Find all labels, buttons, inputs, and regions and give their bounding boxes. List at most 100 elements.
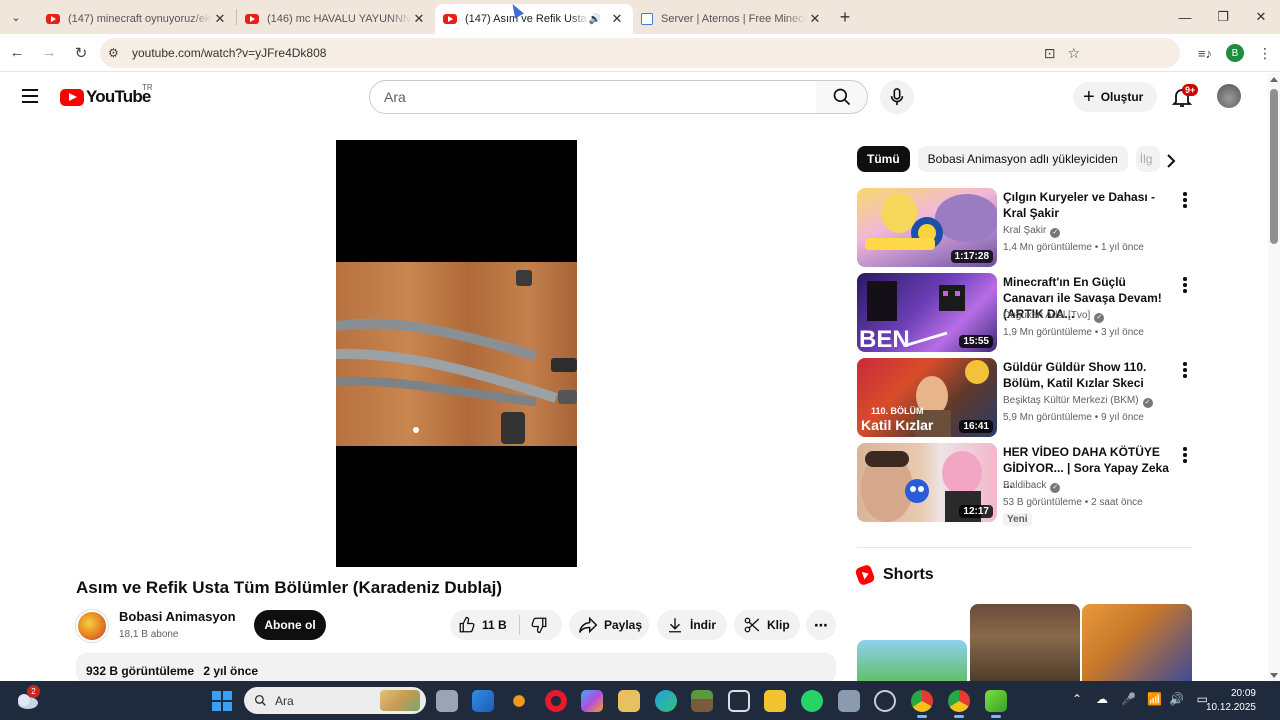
tab-close-icon[interactable]: ✕	[807, 11, 823, 27]
rec-views: 5,9 Mn görüntüleme	[1003, 412, 1092, 423]
thumbs-down-icon[interactable]	[530, 616, 548, 634]
filter-chips: Tümü Bobasi Animasyon adlı yükleyiciden …	[857, 146, 1160, 174]
thumbs-up-icon[interactable]	[458, 616, 476, 634]
opera-icon[interactable]	[545, 690, 567, 712]
copilot-icon[interactable]	[581, 690, 603, 712]
wifi-icon[interactable]: 📶	[1147, 692, 1162, 706]
description-box[interactable]: 932 B görüntüleme 2 yıl önce	[76, 653, 836, 683]
rec-title[interactable]: Güldür Güldür Show 110. Bölüm, Katil Kız…	[1003, 359, 1173, 391]
chevron-right-icon[interactable]	[1160, 150, 1182, 172]
download-button[interactable]: İndir	[657, 610, 727, 640]
tab-close-icon[interactable]: ✕	[212, 11, 228, 27]
volume-icon[interactable]: 🔊	[1169, 692, 1184, 706]
rec-channel[interactable]: Beşiktaş Kültür Merkezi (BKM) ✓	[1003, 395, 1153, 408]
maximize-icon[interactable]: ❐	[1204, 0, 1242, 34]
address-bar[interactable]: ⚙ youtube.com/watch?v=yJFre4Dk808 ⊡ ☆	[100, 38, 1180, 68]
video-thumbnail[interactable]: 110. BÖLÜM Katil Kızlar 16:41	[857, 358, 997, 437]
system-clock[interactable]: 20:09 10.12.2025	[1206, 687, 1256, 715]
share-button[interactable]: Paylaş	[569, 610, 649, 640]
create-button[interactable]: + Oluştur	[1073, 82, 1158, 112]
video-thumbnail[interactable]: BEN 15:55	[857, 273, 997, 352]
blender-icon[interactable]	[508, 690, 530, 712]
more-actions-icon[interactable]: ⋯	[806, 610, 836, 640]
voice-search-button[interactable]	[880, 80, 914, 114]
microsoft-store-icon[interactable]	[618, 690, 640, 712]
browser-tab-2[interactable]: (146) mc HAVALU YAYUNNN - Y ✕	[237, 4, 435, 34]
microphone-tray-icon[interactable]: 🎤	[1121, 692, 1136, 706]
recommendation-item[interactable]: 1:17:28 Çılgın Kuryeler ve Dahası - Kral…	[857, 188, 1197, 268]
kebab-menu-icon[interactable]	[1183, 362, 1187, 380]
speedometer-icon[interactable]	[874, 690, 896, 712]
chip-all[interactable]: Tümü	[857, 146, 910, 172]
media-controls-icon[interactable]: ≡♪	[1198, 46, 1212, 61]
recommendation-item[interactable]: BEN 15:55 Minecraft'ın En Güçlü Canavarı…	[857, 273, 1197, 353]
edge-icon[interactable]	[655, 690, 677, 712]
whatsapp-icon[interactable]	[801, 690, 823, 712]
tab-search-chevron-icon[interactable]: ⌄	[0, 0, 32, 34]
video-player[interactable]	[336, 140, 577, 567]
window-close-icon[interactable]: ✕	[1242, 0, 1280, 34]
tab-close-icon[interactable]: ✕	[609, 11, 625, 27]
search-input[interactable]: Ara	[369, 80, 817, 114]
install-app-icon[interactable]: ⊡	[1044, 45, 1056, 62]
rec-channel[interactable]: Baldiback ✓	[1003, 480, 1061, 493]
back-arrow-icon[interactable]: ←	[2, 38, 32, 68]
youtube-logo[interactable]: YouTube TR	[60, 83, 153, 107]
video-thumbnail[interactable]: 12:17	[857, 443, 997, 522]
download-label: İndir	[690, 618, 716, 632]
kebab-menu-icon[interactable]	[1183, 447, 1187, 465]
profile-avatar[interactable]: B	[1226, 44, 1244, 62]
rec-title[interactable]: Çılgın Kuryeler ve Dahası - Kral Şakir	[1003, 189, 1173, 221]
hamburger-menu-icon[interactable]	[22, 89, 38, 107]
new-tab-plus-icon[interactable]: +	[831, 7, 859, 28]
browser-tab-3-active[interactable]: (147) Asım ve Refik Usta Tü 🔊 ✕	[435, 4, 633, 34]
kebab-menu-icon[interactable]	[1183, 192, 1187, 210]
scroll-down-arrow-icon[interactable]	[1270, 673, 1278, 678]
search-button[interactable]	[816, 80, 868, 114]
browser-menu-icon[interactable]: ⋮	[1258, 45, 1272, 62]
rec-channel[interactable]: Kral Şakir ✓	[1003, 225, 1061, 238]
forward-arrow-icon[interactable]: →	[34, 38, 64, 68]
photos-app-icon[interactable]	[472, 690, 494, 712]
like-count[interactable]: 11 B	[482, 618, 507, 632]
file-explorer-icon[interactable]	[764, 690, 786, 712]
chrome-profile-icon[interactable]	[948, 690, 970, 718]
short-thumbnail[interactable]	[1082, 604, 1192, 684]
subscribe-button[interactable]: Abone ol	[254, 610, 326, 640]
chrome-icon[interactable]	[911, 690, 933, 718]
reload-icon[interactable]: ↻	[66, 38, 96, 68]
windows-start-icon[interactable]	[212, 691, 232, 711]
view-count: 932 B görüntüleme	[86, 664, 195, 678]
tray-overflow-chevron-icon[interactable]: ⌃	[1072, 692, 1082, 706]
network-alert-icon[interactable]: ☁	[1096, 692, 1108, 706]
tab-close-icon[interactable]: ✕	[411, 11, 427, 27]
minecraft-launcher-icon[interactable]	[985, 690, 1007, 718]
minecraft-icon[interactable]	[691, 690, 713, 712]
video-thumbnail[interactable]: 1:17:28	[857, 188, 997, 267]
account-avatar[interactable]	[1217, 84, 1241, 108]
minimize-icon[interactable]: —	[1166, 0, 1204, 34]
short-thumbnail[interactable]	[857, 640, 967, 684]
browser-tab-4[interactable]: Server | Aternos | Free Minecraf ✕	[633, 4, 831, 34]
recommendation-item[interactable]: 12:17 HER VİDEO DAHA KÖTÜYE GİDİYOR... |…	[857, 443, 1197, 533]
clip-button[interactable]: Klip	[734, 610, 800, 640]
rec-channel[interactable]: Doğukan Adal [Tvo] ✓	[1003, 310, 1105, 323]
calculator-icon[interactable]	[838, 690, 860, 712]
scroll-up-arrow-icon[interactable]	[1270, 77, 1278, 82]
recommendation-item[interactable]: 110. BÖLÜM Katil Kızlar 16:41 Güldür Gül…	[857, 358, 1197, 438]
chip-from-uploader[interactable]: Bobasi Animasyon adlı yükleyiciden	[917, 146, 1128, 172]
taskbar-search-input[interactable]: Ara	[244, 687, 426, 714]
kebab-menu-icon[interactable]	[1183, 277, 1187, 295]
vectorizer-icon[interactable]	[728, 690, 750, 712]
site-info-icon[interactable]: ⚙	[108, 46, 130, 60]
channel-avatar[interactable]	[76, 610, 108, 642]
bookmark-star-icon[interactable]: ☆	[1067, 45, 1080, 62]
tab-audio-icon[interactable]: 🔊	[589, 14, 601, 25]
short-thumbnail[interactable]	[970, 604, 1080, 684]
page-scrollbar[interactable]	[1268, 73, 1280, 681]
chip-related[interactable]: İlg	[1135, 146, 1160, 172]
task-view-icon[interactable]	[436, 690, 458, 712]
browser-tab-1[interactable]: (147) minecraft oynuyoruz/ekib ✕	[38, 4, 236, 34]
channel-name[interactable]: Bobasi Animasyon	[119, 609, 236, 624]
scrollbar-thumb[interactable]	[1270, 89, 1278, 244]
